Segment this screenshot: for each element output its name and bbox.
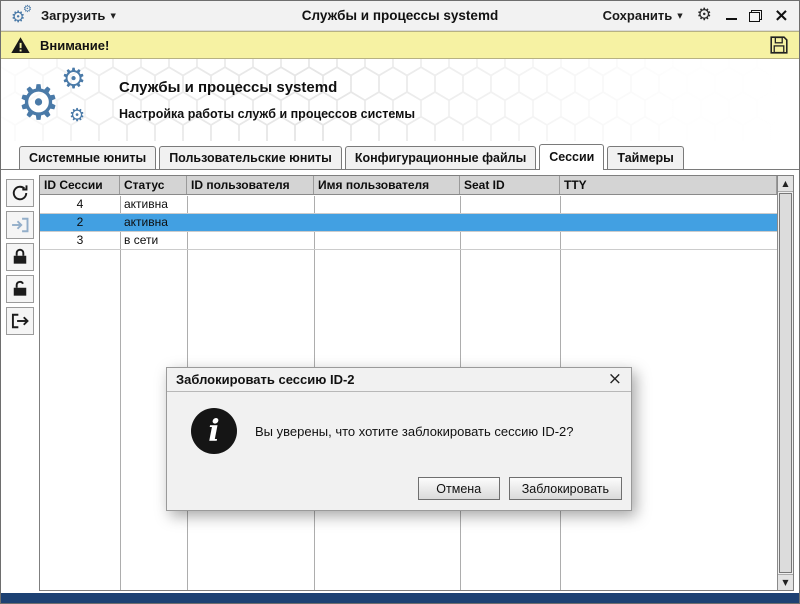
refresh-icon: [12, 185, 27, 201]
cell-user-id: [187, 196, 314, 213]
app-logo: ⚙ ⚙ ⚙: [15, 61, 101, 139]
warning-label: Внимание!: [40, 37, 110, 53]
cell-tty: [560, 214, 777, 231]
session-toolbar: [1, 170, 38, 593]
column-header-status[interactable]: Статус: [120, 176, 187, 194]
refresh-button[interactable]: [5, 179, 34, 207]
save-menu-button[interactable]: Сохранить ▼: [603, 8, 683, 23]
dialog-message: Вы уверены, что хотите заблокировать сес…: [255, 423, 574, 439]
table-row-session-4[interactable]: 4 активна: [40, 196, 777, 214]
logo-gear-medium-icon: ⚙: [61, 62, 87, 95]
cancel-button[interactable]: Отмена: [417, 477, 500, 500]
cell-tty: [560, 232, 777, 249]
page-title: Службы и процессы systemd: [119, 79, 338, 96]
column-header-seat-id[interactable]: Seat ID: [460, 176, 560, 194]
unlock-session-button[interactable]: [5, 275, 34, 303]
table-row-session-2[interactable]: 2 активна: [40, 214, 777, 232]
column-header-tty[interactable]: TTY: [560, 176, 777, 194]
column-header-user-id[interactable]: ID пользователя: [187, 176, 314, 194]
table-header: ID Сессии Статус ID пользователя Имя пол…: [40, 176, 777, 195]
tab-timers[interactable]: Таймеры: [607, 146, 684, 169]
dialog-titlebar: Заблокировать сессию ID-2 ×: [167, 368, 631, 392]
titlebar: ⚙ ⚙ Загрузить ▼ Службы и процессы system…: [1, 1, 799, 31]
activate-session-button[interactable]: [5, 211, 34, 239]
activate-session-icon: [11, 217, 28, 233]
tab-config-files[interactable]: Конфигурационные файлы: [344, 146, 537, 169]
save-file-button[interactable]: [768, 34, 790, 56]
close-button[interactable]: ×: [774, 6, 789, 25]
logout-icon: [11, 313, 29, 329]
cell-session-id: 3: [76, 233, 84, 247]
save-menu-label: Сохранить: [602, 8, 673, 23]
column-header-session-id[interactable]: ID Сессии: [40, 176, 120, 194]
maximize-button[interactable]: [748, 9, 762, 22]
hexagon-fade-overlay: [1, 59, 799, 141]
logo-gear-small-icon: ⚙: [69, 105, 86, 126]
lock-confirm-button[interactable]: Заблокировать: [508, 477, 622, 500]
tab-user-units[interactable]: Пользовательские юниты: [159, 146, 342, 169]
table-row-session-3[interactable]: 3 в сети: [40, 232, 777, 250]
tab-sessions[interactable]: Сессии: [539, 144, 605, 170]
scroll-down-button[interactable]: ▼: [778, 574, 793, 590]
info-glyph: i: [208, 413, 220, 449]
cell-user-name: [314, 196, 460, 213]
settings-gear-icon[interactable]: ⚙: [697, 7, 712, 24]
lock-session-dialog: Заблокировать сессию ID-2 × i Вы уверены…: [166, 367, 632, 511]
vertical-scrollbar[interactable]: ▲ ▼: [777, 176, 793, 590]
floppy-disk-icon: [770, 36, 788, 54]
dialog-close-icon[interactable]: ×: [608, 371, 622, 388]
lock-icon: [13, 248, 26, 264]
dialog-body: i Вы уверены, что хотите заблокировать с…: [167, 392, 631, 454]
warning-triangle-icon: [11, 36, 30, 53]
cell-session-id: 4: [76, 197, 84, 211]
scrollbar-thumb[interactable]: [779, 193, 792, 573]
cell-seat-id: [460, 214, 560, 231]
logo-gear-large-icon: ⚙: [17, 75, 61, 131]
app-window: ⚙ ⚙ Загрузить ▼ Службы и процессы system…: [0, 0, 800, 604]
cell-user-name: [314, 214, 460, 231]
column-divider: [120, 196, 121, 590]
chevron-down-icon: ▼: [677, 11, 683, 20]
cell-user-id: [187, 232, 314, 249]
info-icon: i: [191, 408, 237, 454]
cell-tty: [560, 196, 777, 213]
cell-session-id: 2: [76, 215, 84, 229]
titlebar-left: ⚙ ⚙ Загрузить ▼: [11, 3, 116, 27]
titlebar-right: Сохранить ▼ ⚙ ×: [603, 6, 789, 25]
app-header: ⚙ ⚙ ⚙ Службы и процессы systemd Настройк…: [1, 59, 799, 141]
tab-system-units[interactable]: Системные юниты: [19, 146, 157, 169]
dialog-actions: Отмена Заблокировать: [417, 477, 622, 500]
cell-seat-id: [460, 232, 560, 249]
window-controls: ×: [725, 6, 789, 25]
tab-bar: Системные юниты Пользовательские юниты К…: [1, 141, 799, 170]
terminate-session-button[interactable]: [5, 307, 34, 335]
chevron-down-icon: ▼: [110, 11, 116, 20]
app-gears-icon: ⚙ ⚙: [11, 3, 33, 27]
column-header-user-name[interactable]: Имя пользователя: [314, 176, 460, 194]
page-subtitle: Настройка работы служб и процессов систе…: [119, 107, 416, 121]
lock-session-button[interactable]: [5, 243, 34, 271]
gear-icon-small: ⚙: [23, 3, 32, 15]
load-menu-button[interactable]: Загрузить ▼: [41, 8, 116, 23]
load-menu-label: Загрузить: [41, 8, 106, 23]
cell-status: в сети: [124, 233, 159, 247]
cell-status: активна: [124, 215, 168, 229]
unlock-icon: [13, 280, 26, 296]
cell-user-id: [187, 214, 314, 231]
cell-user-name: [314, 232, 460, 249]
warning-bar: Внимание!: [1, 31, 799, 59]
scroll-up-button[interactable]: ▲: [778, 176, 793, 192]
status-bar: [1, 593, 799, 603]
cell-seat-id: [460, 196, 560, 213]
dialog-title: Заблокировать сессию ID-2: [176, 372, 355, 387]
minimize-button[interactable]: [725, 17, 737, 20]
main-content: ID Сессии Статус ID пользователя Имя пол…: [1, 170, 799, 593]
cell-status: активна: [124, 197, 168, 211]
